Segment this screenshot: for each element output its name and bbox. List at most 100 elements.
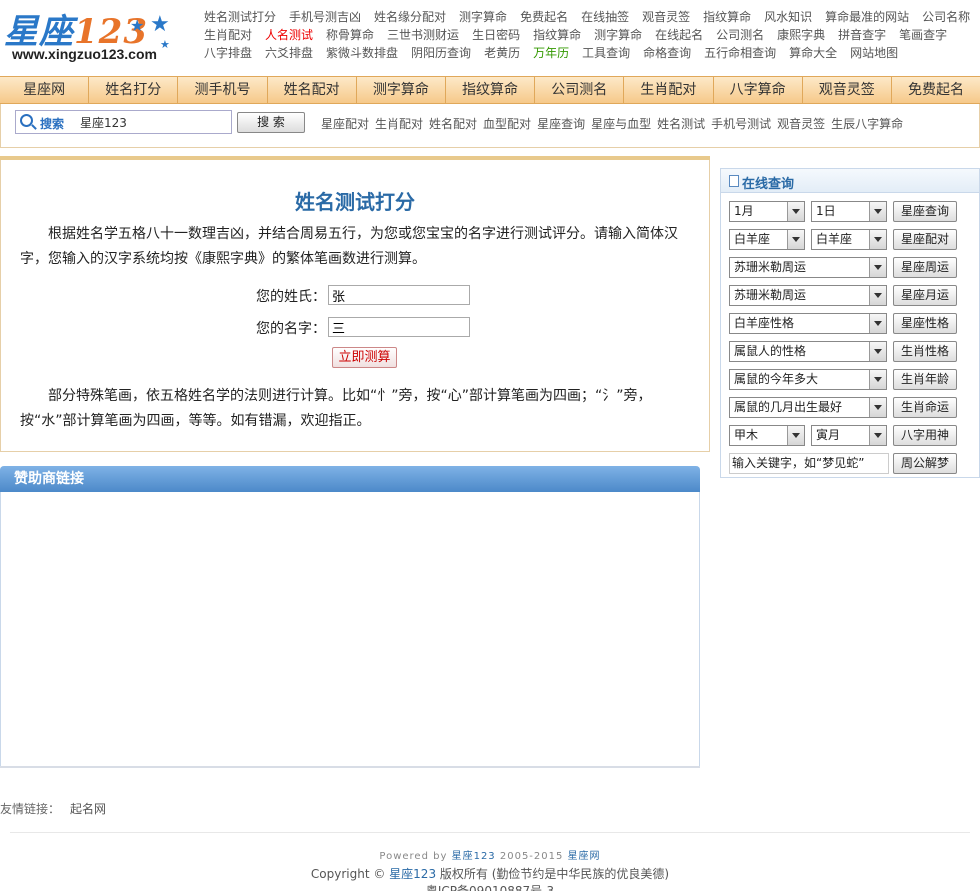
top-link[interactable]: 姓名缘分配对 (374, 10, 446, 24)
top-link[interactable]: 测字算命 (594, 28, 642, 42)
top-link[interactable]: 三世书测财运 (387, 28, 459, 42)
top-link[interactable]: 算命大全 (789, 46, 837, 60)
top-link[interactable]: 阴阳历查询 (411, 46, 471, 60)
quick-link[interactable]: 血型配对 (483, 117, 531, 131)
copyright: Copyright © 星座123 版权所有 (勤俭节约是中华民族的优良美德) (310, 867, 670, 881)
chevron-down-icon (787, 202, 804, 221)
top-link[interactable]: 六爻排盘 (265, 46, 313, 60)
nav-item[interactable]: 姓名打分 (89, 77, 179, 103)
top-link[interactable]: 万年历 (533, 46, 569, 60)
query-select[interactable]: 属鼠的今年多大 (729, 369, 887, 390)
top-link[interactable]: 称骨算命 (326, 28, 374, 42)
friend-link[interactable]: 起名网 (70, 802, 106, 816)
calculate-button[interactable]: 立即测算 (332, 347, 397, 368)
sponsor-bottom-border (0, 766, 700, 768)
query-button[interactable]: 星座配对 (893, 229, 957, 250)
top-link[interactable]: 紫微斗数排盘 (326, 46, 398, 60)
quick-link[interactable]: 星座与血型 (591, 117, 651, 131)
dream-keyword-input[interactable]: 输入关键字，如“梦见蛇” (729, 453, 889, 474)
quick-link[interactable]: 姓名测试 (657, 117, 705, 131)
top-link[interactable]: 手机号测吉凶 (289, 10, 361, 24)
chevron-down-icon (869, 342, 886, 361)
friend-links-label: 友情链接： (0, 802, 61, 816)
quick-link[interactable]: 手机号测试 (711, 117, 771, 131)
top-link[interactable]: 姓名测试打分 (204, 10, 276, 24)
query-select[interactable]: 1日 (811, 201, 887, 222)
query-select[interactable]: 属鼠的几月出生最好 (729, 397, 887, 418)
quick-link[interactable]: 姓名配对 (429, 117, 477, 131)
powered-site-link[interactable]: 星座123 (452, 851, 496, 862)
nav-item[interactable]: 测字算命 (357, 77, 446, 103)
top-link[interactable]: 生肖配对 (204, 28, 252, 42)
quick-links: 星座配对 生肖配对 姓名配对 血型配对 星座查询 星座与血型 姓名测试 手机号测试 观音灵签 生辰… (321, 115, 909, 132)
quick-link[interactable]: 观音灵签 (777, 117, 825, 131)
search-input[interactable] (80, 114, 225, 130)
query-select[interactable]: 白羊座 (811, 229, 887, 250)
powered-net-link[interactable]: 星座网 (568, 851, 601, 862)
query-button[interactable]: 八字用神 (893, 425, 957, 446)
top-link[interactable]: 指纹算命 (533, 28, 581, 42)
top-link[interactable]: 八字排盘 (204, 46, 252, 60)
top-link[interactable]: 免费起名 (520, 10, 568, 24)
top-link[interactable]: 网站地图 (850, 46, 898, 60)
page-title: 姓名测试打分 (295, 190, 415, 214)
search-icon (20, 114, 33, 127)
nav-item[interactable]: 测手机号 (178, 77, 268, 103)
quick-link[interactable]: 星座配对 (321, 117, 369, 131)
quick-link[interactable]: 生肖配对 (375, 117, 423, 131)
top-link[interactable]: 老黄历 (484, 46, 520, 60)
top-link[interactable]: 命格查询 (643, 46, 691, 60)
top-link[interactable]: 笔画查字 (899, 28, 947, 42)
surname-input[interactable] (328, 285, 470, 305)
top-link[interactable]: 指纹算命 (703, 10, 751, 24)
dream-interpret-button[interactable]: 周公解梦 (893, 453, 957, 474)
query-button[interactable]: 星座周运 (893, 257, 957, 278)
top-link[interactable]: 生日密码 (472, 28, 520, 42)
query-select[interactable]: 苏珊米勒周运 (729, 285, 887, 306)
top-link[interactable]: 在线起名 (655, 28, 703, 42)
top-link[interactable]: 康熙字典 (777, 28, 825, 42)
nav-item[interactable]: 生肖配对 (624, 77, 714, 103)
query-select[interactable]: 属鼠人的性格 (729, 341, 887, 362)
top-link[interactable]: 在线抽签 (581, 10, 629, 24)
top-link[interactable]: 算命最准的网站 (825, 10, 909, 24)
query-button[interactable]: 生肖年龄 (893, 369, 957, 390)
top-link[interactable]: 公司名称 (922, 10, 970, 24)
top-link[interactable]: 五行命相查询 (704, 46, 776, 60)
top-link[interactable]: 公司测名 (716, 28, 764, 42)
query-button[interactable]: 生肖性格 (893, 341, 957, 362)
name-input[interactable] (328, 317, 470, 337)
nav-item[interactable]: 指纹算命 (446, 77, 536, 103)
top-links: 姓名测试打分 手机号测吉凶 姓名缘分配对 测字算命 免费起名 在线抽签 观音灵签 指纹算命 风水… (204, 8, 980, 62)
top-link[interactable]: 观音灵签 (642, 10, 690, 24)
site-logo[interactable]: 星座123 ★ ★ ★ www.xingzuo123.com (0, 2, 190, 66)
nav-item[interactable]: 姓名配对 (268, 77, 357, 103)
nav-item[interactable]: 观音灵签 (803, 77, 892, 103)
nav-item[interactable]: 八字算命 (714, 77, 803, 103)
search-button[interactable]: 搜 索 (237, 112, 305, 133)
query-select[interactable]: 甲木 (729, 425, 805, 446)
query-button[interactable]: 星座性格 (893, 313, 957, 334)
query-button[interactable]: 生肖命运 (893, 397, 957, 418)
query-select[interactable]: 寅月 (811, 425, 887, 446)
star-icon: ★ (130, 16, 145, 35)
query-select[interactable]: 白羊座 (729, 229, 805, 250)
top-link[interactable]: 人名测试 (265, 28, 313, 42)
quick-link[interactable]: 生辰八字算命 (831, 117, 903, 131)
top-link[interactable]: 拼音查字 (838, 28, 886, 42)
top-link[interactable]: 工具查询 (582, 46, 630, 60)
query-button[interactable]: 星座查询 (893, 201, 957, 222)
query-select[interactable]: 白羊座性格 (729, 313, 887, 334)
online-query-title: 在线查询 (742, 177, 795, 192)
copyright-site-link[interactable]: 星座123 (389, 867, 436, 881)
query-select[interactable]: 1月 (729, 201, 805, 222)
top-link[interactable]: 测字算命 (459, 10, 507, 24)
query-button[interactable]: 星座月运 (893, 285, 957, 306)
nav-item[interactable]: 星座网 (0, 77, 90, 103)
nav-item[interactable]: 免费起名 (892, 77, 980, 103)
top-link[interactable]: 风水知识 (764, 10, 812, 24)
search-box[interactable]: 搜索 (15, 110, 232, 134)
query-select[interactable]: 苏珊米勒周运 (729, 257, 887, 278)
quick-link[interactable]: 星座查询 (537, 117, 585, 131)
nav-item[interactable]: 公司测名 (535, 77, 625, 103)
